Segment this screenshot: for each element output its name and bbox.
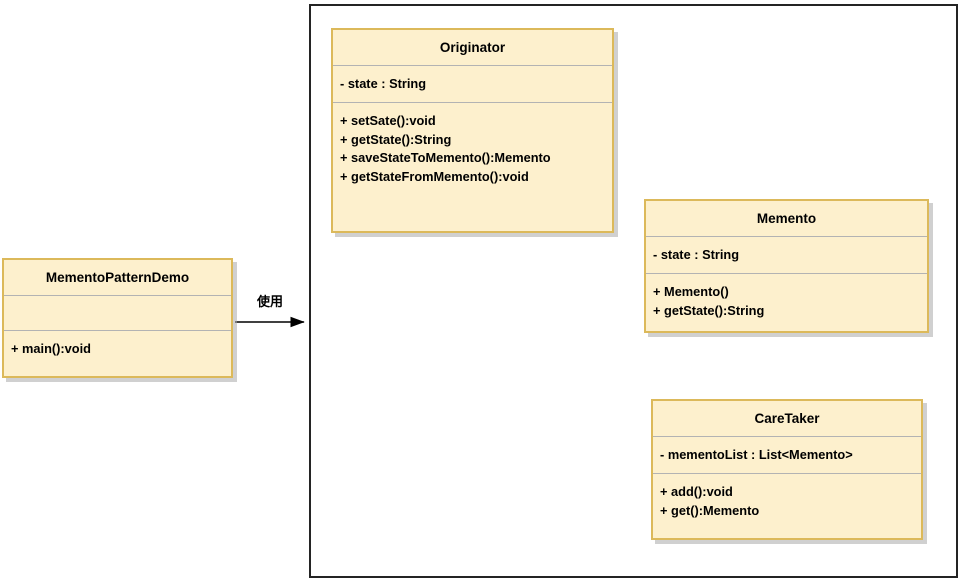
methods-compartment: + add():void + get():Memento	[653, 474, 921, 529]
class-title: Memento	[756, 211, 817, 226]
method-item: + Memento()	[653, 284, 729, 299]
attribute-item: - state : String	[653, 246, 740, 262]
method-item: + getState():String	[340, 131, 452, 147]
uml-class-originator[interactable]: Originator - state : String + setSate():…	[331, 28, 614, 233]
method-item: + setSate():void	[340, 113, 436, 128]
attribute-item: - state : String	[340, 75, 427, 91]
methods-compartment: + setSate():void + getState():String + s…	[333, 103, 612, 195]
attributes-compartment	[4, 296, 231, 330]
attribute-item: - mementoList : List<Memento>	[660, 446, 853, 462]
class-title: CareTaker	[754, 411, 820, 426]
class-title: Originator	[439, 40, 506, 55]
method-item: + saveStateToMemento():Memento	[340, 150, 551, 165]
methods-compartment: + Memento() + getState():String	[646, 274, 927, 329]
method-item: + getState():String	[653, 302, 765, 318]
uml-class-mementopatterndemo[interactable]: MementoPatternDemo + main():void	[2, 258, 233, 378]
method-item: + main():void	[11, 340, 91, 356]
attributes-compartment: - state : String	[333, 66, 612, 103]
uml-class-memento[interactable]: Memento - state : String + Memento() + g…	[644, 199, 929, 333]
method-item: + getStateFromMemento():void	[340, 168, 529, 184]
attributes-compartment: - state : String	[646, 237, 927, 274]
edge-label-uses: 使用	[257, 294, 284, 309]
methods-compartment: + main():void	[4, 331, 231, 368]
class-title: MementoPatternDemo	[45, 270, 190, 285]
attributes-compartment: - mementoList : List<Memento>	[653, 437, 921, 474]
method-item: + add():void	[660, 484, 733, 499]
method-item: + get():Memento	[660, 502, 760, 518]
uml-class-caretaker[interactable]: CareTaker - mementoList : List<Memento> …	[651, 399, 923, 540]
